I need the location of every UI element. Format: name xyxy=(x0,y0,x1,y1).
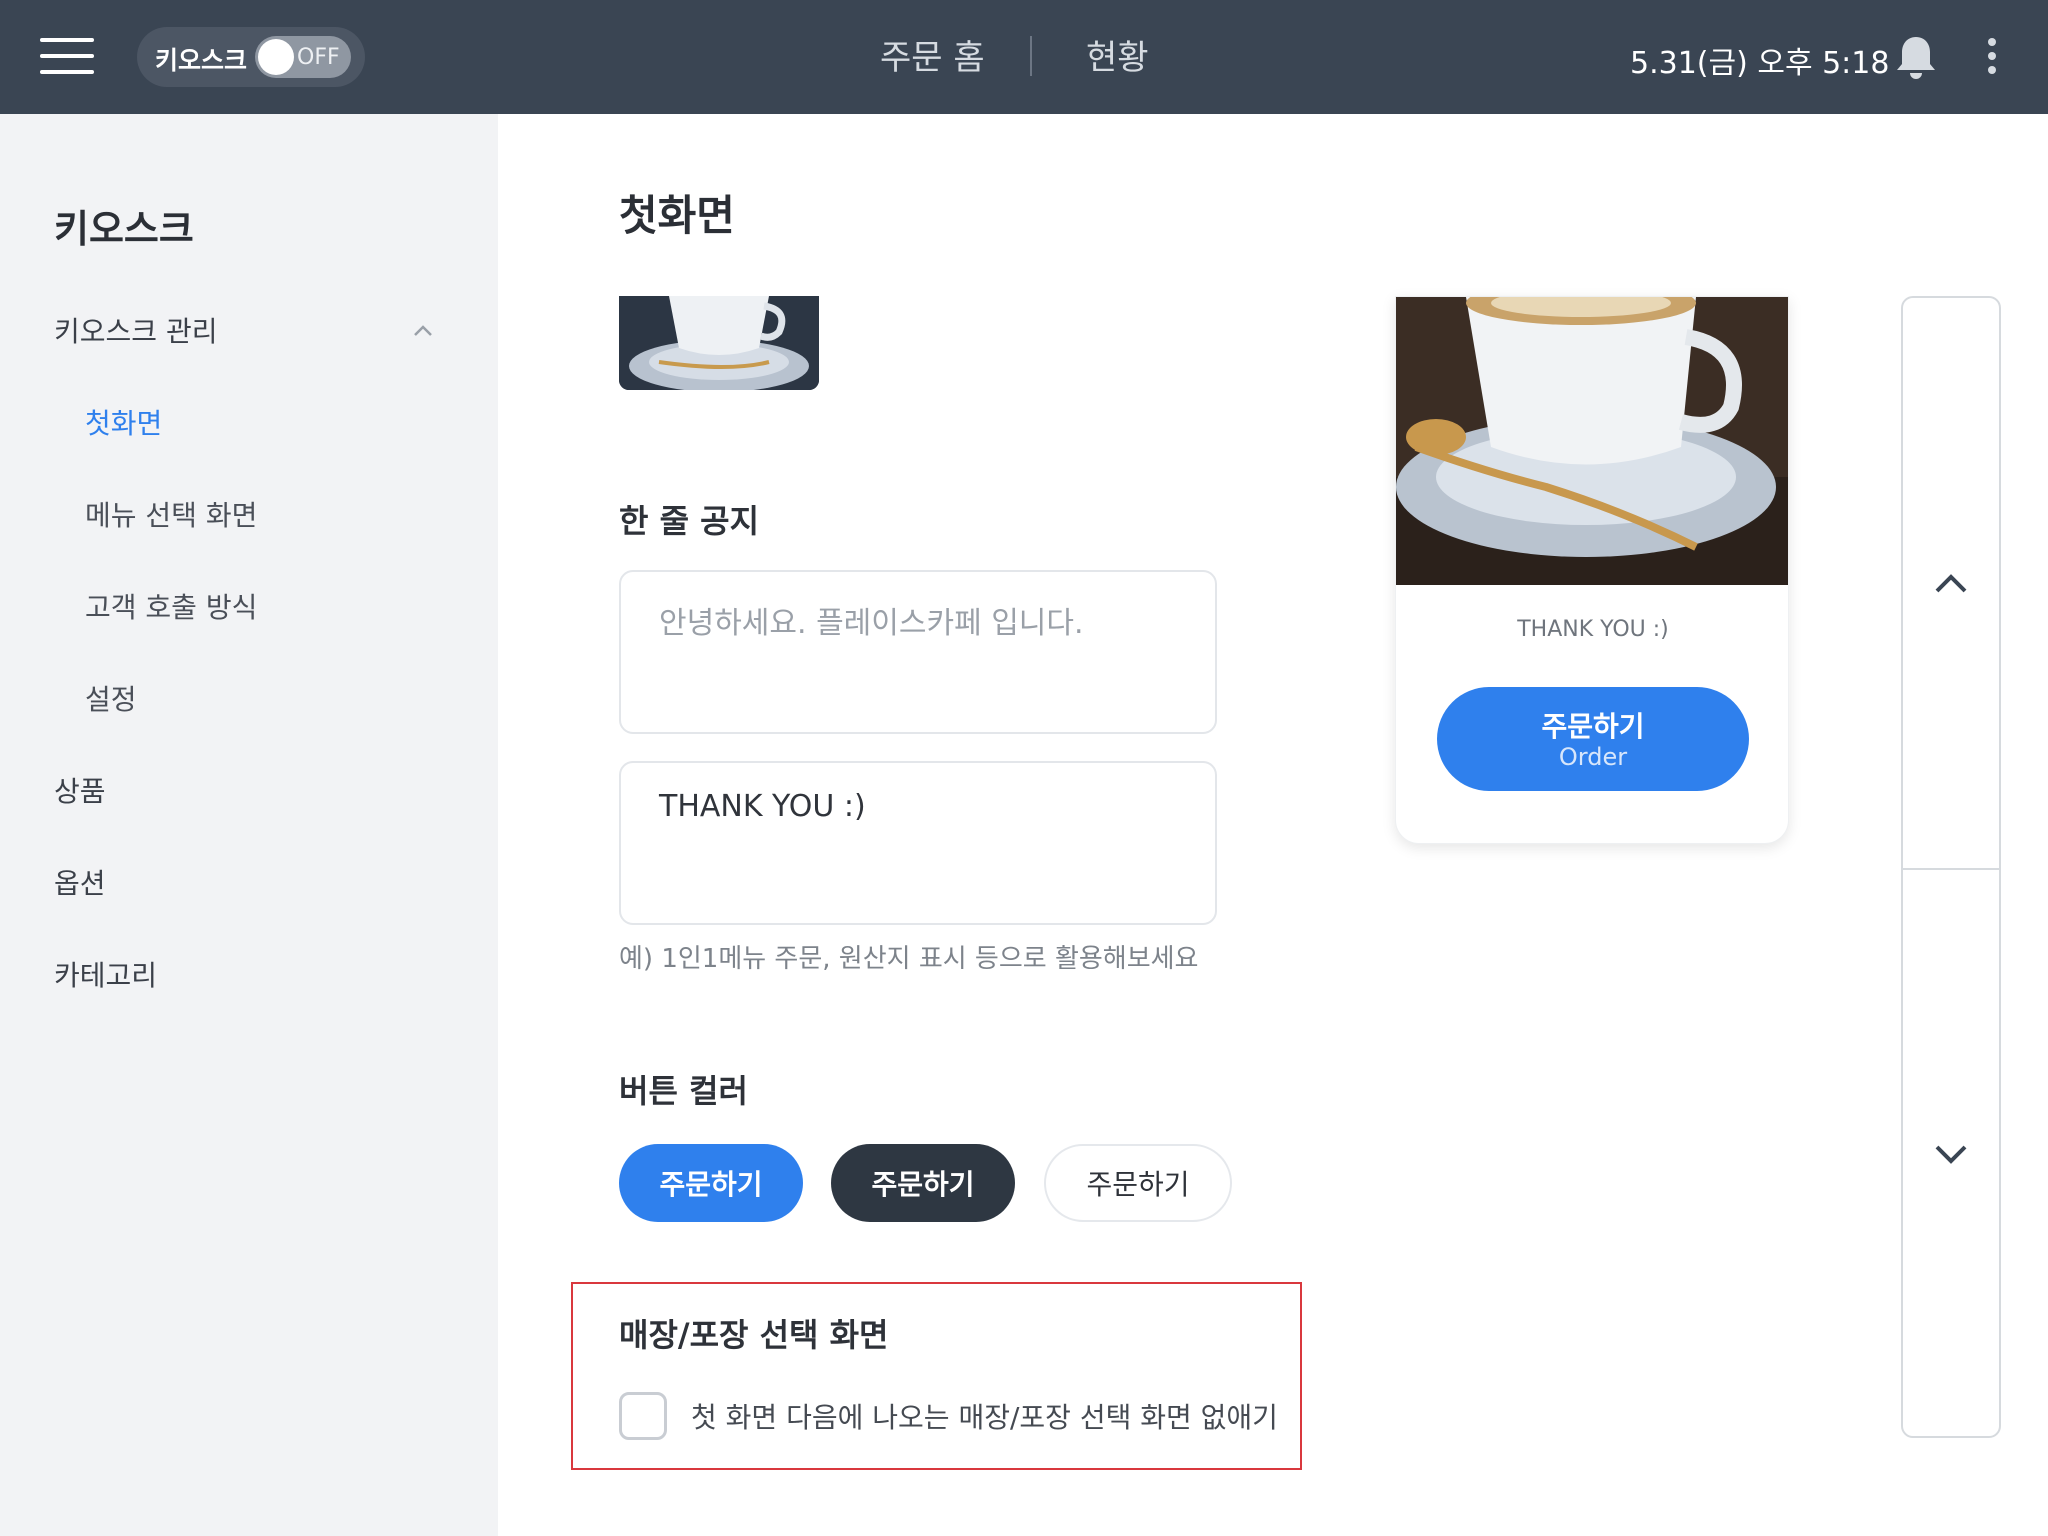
sidebar-item-settings[interactable]: 설정 xyxy=(85,678,137,718)
bell-icon[interactable] xyxy=(1894,34,1938,80)
preview-order-label-ko: 주문하기 xyxy=(1541,710,1645,743)
more-vertical-icon[interactable] xyxy=(1980,34,2004,78)
tab-status[interactable]: 현황 xyxy=(1086,30,1149,79)
preview-scroll-panel xyxy=(1901,296,2001,1438)
kiosk-label: 키오스크 xyxy=(155,46,248,75)
sidebar-item-customer-call[interactable]: 고객 호출 방식 xyxy=(85,586,257,626)
toggle-knob xyxy=(258,39,294,75)
background-image-thumbnail[interactable] xyxy=(619,296,819,390)
button-color-white[interactable]: 주문하기 xyxy=(1044,1144,1232,1222)
chevron-up-icon[interactable] xyxy=(412,320,434,342)
store-pickup-section-title: 매장/포장 선택 화면 xyxy=(619,1316,889,1354)
datetime: 5.31(금) 오후 5:18 xyxy=(1630,46,1890,81)
coffee-cup-preview-image xyxy=(1396,297,1788,585)
chevron-down-icon xyxy=(1935,1145,1967,1164)
notice-section-title: 한 줄 공지 xyxy=(619,502,760,540)
notice-line2-input[interactable] xyxy=(619,761,1217,925)
chevron-up-icon xyxy=(1935,574,1967,593)
button-color-blue[interactable]: 주문하기 xyxy=(619,1144,803,1222)
toggle-state-text: OFF xyxy=(297,45,340,70)
kiosk-preview-card: THANK YOU :) 주문하기 Order xyxy=(1395,296,1789,844)
preview-background-image xyxy=(1396,297,1788,585)
sidebar-item-options[interactable]: 옵션 xyxy=(54,862,106,902)
tab-order-home[interactable]: 주문 홈 xyxy=(880,30,985,79)
sidebar: 키오스크 키오스크 관리 첫화면 메뉴 선택 화면 고객 호출 방식 설정 상품… xyxy=(0,114,498,1536)
preview-order-label-en: Order xyxy=(1558,743,1628,771)
kiosk-status-pill: 키오스크 OFF xyxy=(137,27,365,87)
sidebar-item-kiosk-management[interactable]: 키오스크 관리 xyxy=(54,310,217,350)
scroll-up-button[interactable] xyxy=(1903,298,1999,868)
kiosk-toggle[interactable]: OFF xyxy=(255,36,351,78)
sidebar-item-products[interactable]: 상품 xyxy=(54,770,106,810)
nav-divider xyxy=(1030,36,1032,76)
button-color-dark[interactable]: 주문하기 xyxy=(831,1144,1015,1222)
sidebar-item-categories[interactable]: 카테고리 xyxy=(54,954,157,994)
sidebar-item-first-screen[interactable]: 첫화면 xyxy=(85,402,162,442)
remove-store-pickup-checkbox[interactable] xyxy=(619,1392,667,1440)
preview-order-button[interactable]: 주문하기 Order xyxy=(1437,687,1749,791)
notice-line1-input[interactable] xyxy=(619,570,1217,734)
remove-store-pickup-label[interactable]: 첫 화면 다음에 나오는 매장/포장 선택 화면 없애기 xyxy=(691,1396,1278,1436)
preview-notice-text: THANK YOU :) xyxy=(1517,617,1669,642)
scroll-down-button[interactable] xyxy=(1903,870,1999,1440)
notice-hint: 예) 1인1메뉴 주문, 원산지 표시 등으로 활용해보세요 xyxy=(619,944,1199,974)
button-color-section-title: 버튼 컬러 xyxy=(619,1072,748,1110)
sidebar-item-menu-select-screen[interactable]: 메뉴 선택 화면 xyxy=(85,494,257,534)
sidebar-title: 키오스크 xyxy=(54,207,194,251)
page-title: 첫화면 xyxy=(619,191,735,240)
menu-icon[interactable] xyxy=(40,36,94,76)
coffee-cup-thumbnail-image xyxy=(619,296,819,390)
top-bar: 키오스크 OFF 주문 홈 현황 5.31(금) 오후 5:18 xyxy=(0,0,2048,114)
